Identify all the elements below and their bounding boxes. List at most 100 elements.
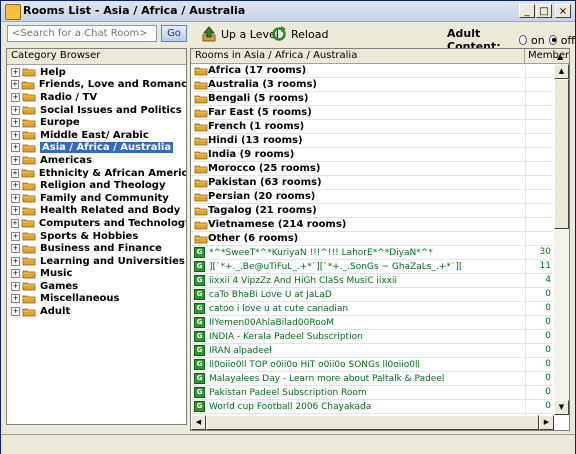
- category-item[interactable]: + Miscellaneous: [7, 293, 186, 306]
- category-label: Health Related and Body: [40, 205, 181, 217]
- room-row[interactable]: G Malayalees Day - Learn more about Palta…: [191, 372, 553, 386]
- member-count: 0: [525, 330, 553, 343]
- horizontal-scroll-thumb[interactable]: [206, 415, 539, 430]
- expand-icon[interactable]: +: [11, 80, 19, 90]
- room-row[interactable]: G World cup Football 2006 Chayakada 0: [191, 400, 553, 414]
- member-count-cell: [525, 218, 553, 231]
- expand-icon[interactable]: +: [11, 206, 20, 216]
- subcategory-row[interactable]: Australia (3 rooms): [191, 78, 553, 92]
- scroll-down-icon[interactable]: ▼: [554, 400, 569, 415]
- expand-icon[interactable]: +: [11, 244, 20, 254]
- go-button[interactable]: Go: [161, 25, 187, 42]
- folder-icon: [22, 307, 36, 317]
- scroll-up-icon[interactable]: ▲: [554, 64, 569, 79]
- expand-icon[interactable]: +: [11, 130, 20, 140]
- group-room-icon: G: [194, 331, 205, 342]
- category-tree: + Help + Friends, Love and Romance + Radio / …: [7, 66, 186, 318]
- expand-icon[interactable]: +: [11, 118, 20, 128]
- expand-icon[interactable]: +: [11, 92, 20, 102]
- category-item[interactable]: + Games: [7, 280, 186, 293]
- expand-icon[interactable]: +: [11, 269, 20, 279]
- category-item[interactable]: + Adult: [7, 305, 186, 318]
- category-item[interactable]: + Computers and Technology: [7, 217, 186, 230]
- room-row[interactable]: G IIYemen00AhlaBilad00RooM 0: [191, 316, 553, 330]
- category-label: Social Issues and Politics: [40, 104, 182, 116]
- category-item[interactable]: + Business and Finance: [7, 242, 186, 255]
- category-item[interactable]: + Sports & Hobbies: [7, 230, 186, 243]
- subcategory-row[interactable]: Far East (5 rooms): [191, 106, 553, 120]
- expand-icon[interactable]: +: [11, 256, 20, 266]
- member-count-cell: [525, 148, 553, 161]
- subcategory-row[interactable]: Persian (20 rooms): [191, 190, 553, 204]
- category-item[interactable]: + Europe: [7, 116, 186, 129]
- expand-icon[interactable]: +: [11, 67, 20, 77]
- scroll-right-icon[interactable]: ▶: [539, 415, 554, 430]
- room-row[interactable]: Giixxii 4 VipzZz And HiGh ClaSs MusiC ii…: [191, 274, 553, 288]
- subcategory-row[interactable]: Other (6 rooms): [191, 232, 553, 246]
- subcategory-row[interactable]: India (9 rooms): [191, 148, 553, 162]
- subcategory-row[interactable]: Vietnamese (214 rooms): [191, 218, 553, 232]
- reload-button[interactable]: Reload: [271, 24, 328, 44]
- room-row[interactable]: Gcatoo i love u at cute canadian 0: [191, 302, 553, 316]
- scroll-left-icon[interactable]: ◀: [191, 415, 206, 430]
- room-row[interactable]: G IRAN alpadeel 0: [191, 344, 553, 358]
- category-item[interactable]: + Religion and Theology: [7, 179, 186, 192]
- subcategory-row[interactable]: Pakistan (63 rooms): [191, 176, 553, 190]
- maximize-button[interactable]: □: [536, 4, 552, 18]
- category-item[interactable]: + Ethnicity & African American: [7, 167, 186, 180]
- subcategory-row[interactable]: Bengali (5 rooms): [191, 92, 553, 106]
- member-count: 4: [525, 274, 553, 287]
- category-item[interactable]: + Health Related and Body: [7, 205, 186, 218]
- rooms-name-column[interactable]: Rooms in Asia / Africa / Australia: [195, 49, 357, 63]
- subcategory-name: Africa (17 rooms): [208, 65, 307, 76]
- expand-icon[interactable]: +: [11, 307, 20, 317]
- category-item[interactable]: + Help: [7, 66, 186, 79]
- subcategory-name: French (1 rooms): [208, 121, 305, 132]
- room-row[interactable]: G Pakistan Padeel Subscription Room 0: [191, 386, 553, 400]
- adult-off-radio[interactable]: [548, 35, 557, 45]
- category-item[interactable]: + Middle East/ Arabic: [7, 129, 186, 142]
- category-item[interactable]: + Friends, Love and Romance: [7, 79, 186, 92]
- room-row[interactable]: Gll0oiio0ll TOP o0ii0o HiT o0ii0o SONGs …: [191, 358, 553, 372]
- expand-icon[interactable]: +: [11, 193, 20, 203]
- category-item[interactable]: + Learning and Universities: [7, 255, 186, 268]
- expand-icon[interactable]: +: [11, 218, 19, 228]
- vertical-scroll-thumb[interactable]: [554, 79, 569, 229]
- category-item[interactable]: + Family and Community: [7, 192, 186, 205]
- room-row[interactable]: G INDIA - Kerala Padeel Subscription 0: [191, 330, 553, 344]
- subcategory-row[interactable]: Morocco (25 rooms): [191, 162, 553, 176]
- vertical-scrollbar[interactable]: ▲ ▼: [554, 64, 569, 415]
- expand-icon[interactable]: +: [11, 281, 20, 291]
- category-item[interactable]: + Americas: [7, 154, 186, 167]
- title-bar[interactable]: Rooms List - Asia / Africa / Australia _…: [1, 1, 575, 22]
- search-input[interactable]: [7, 25, 157, 42]
- member-count-cell: [525, 92, 553, 105]
- horizontal-scrollbar[interactable]: ◀ ▶: [191, 415, 554, 430]
- room-name: World cup Football 2006 Chayakada: [209, 401, 372, 412]
- room-row[interactable]: G *^*SweeT*^*KuriyaN !!!^!!! LahorE*^*Diy…: [191, 246, 553, 260]
- rooms-list-window: Rooms List - Asia / Africa / Australia _…: [0, 0, 576, 454]
- category-item[interactable]: + Radio / TV: [7, 91, 186, 104]
- expand-icon[interactable]: +: [11, 294, 20, 304]
- expand-icon[interactable]: +: [11, 105, 20, 115]
- minimize-button[interactable]: _: [519, 4, 535, 18]
- expand-icon[interactable]: +: [11, 155, 20, 165]
- room-name: ][`*+._.Be@uTiFuL_.+*`][`*+._.SonGs ~ Gh…: [209, 261, 463, 272]
- expand-icon[interactable]: +: [11, 143, 20, 153]
- column-separator[interactable]: [524, 49, 525, 63]
- subcategory-row[interactable]: Africa (17 rooms): [191, 64, 553, 78]
- expand-icon[interactable]: +: [11, 168, 19, 178]
- room-row[interactable]: GcaTo BhaBi Love U at JaLaD 0: [191, 288, 553, 302]
- expand-icon[interactable]: +: [11, 231, 20, 241]
- adult-on-radio[interactable]: [519, 35, 527, 45]
- category-item[interactable]: + Music: [7, 268, 186, 281]
- close-button[interactable]: ×: [555, 4, 571, 18]
- category-item[interactable]: + Social Issues and Politics: [7, 104, 186, 117]
- subcategory-row[interactable]: Tagalog (21 rooms): [191, 204, 553, 218]
- expand-icon[interactable]: +: [11, 181, 20, 191]
- room-row[interactable]: G][`*+._.Be@uTiFuL_.+*`][`*+._.SonGs ~ G…: [191, 260, 553, 274]
- subcategory-row[interactable]: French (1 rooms): [191, 120, 553, 134]
- category-item[interactable]: + Asia / Africa / Australia: [7, 142, 186, 155]
- up-a-level-button[interactable]: Up a Level: [201, 24, 279, 44]
- subcategory-row[interactable]: Hindi (13 rooms): [191, 134, 553, 148]
